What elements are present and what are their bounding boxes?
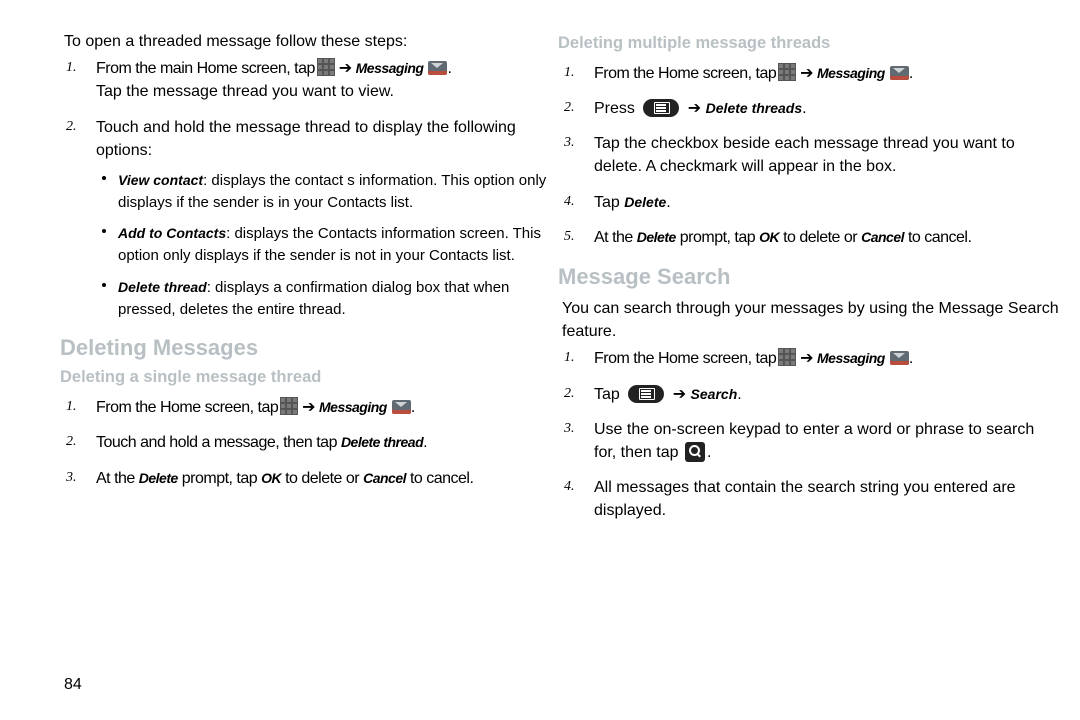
label: Messaging — [319, 399, 387, 415]
step-2: 2. Touch and hold the message thread to … — [92, 116, 562, 321]
heading-message-search: Message Search — [558, 261, 1060, 293]
step-4: 4. All messages that contain the search … — [590, 476, 1060, 522]
page-number: 84 — [64, 676, 82, 694]
t: to delete or — [281, 470, 359, 487]
menu-key-icon — [643, 99, 679, 117]
intro-text: To open a threaded message follow these … — [64, 30, 562, 53]
t: to cancel. — [904, 229, 971, 246]
apps-grid-icon — [280, 397, 298, 415]
step-2: 2. Tap ➔ Search. — [590, 383, 1060, 406]
txt: All messages that contain the search str… — [594, 479, 1016, 519]
txt: Touch and hold a message, then — [96, 434, 312, 451]
txt: Touch and hold the message thread to dis… — [96, 119, 516, 159]
manual-page: To open a threaded message follow these … — [0, 0, 1080, 720]
t: to delete or — [779, 229, 857, 246]
step-1: 1. From the Home screen, tap ➔ Messaging… — [92, 396, 562, 419]
apps-grid-icon — [778, 348, 796, 366]
tap: tap — [756, 65, 777, 82]
step-4: 4. Tap Delete. — [590, 191, 1060, 214]
messaging-icon — [392, 400, 411, 414]
cancel: Cancel — [363, 470, 406, 486]
t: prompt, tap — [178, 470, 257, 487]
step-2: 2. Touch and hold a message, then tap De… — [92, 431, 562, 454]
heading-deleting-messages: Deleting Messages — [60, 332, 562, 364]
step-1: 1. From the Home screen, tap ➔ Messaging… — [590, 347, 1060, 370]
term: Search — [691, 386, 738, 402]
txt: will appear in the box. — [737, 158, 896, 175]
term: Delete threads — [706, 100, 802, 116]
label: Messaging — [817, 65, 885, 81]
txt: Use the on-screen keypad to enter a word… — [594, 421, 1034, 461]
txt: From the Home screen — [594, 350, 748, 367]
tap: tap — [258, 399, 279, 416]
t: prompt, tap — [676, 229, 755, 246]
messaging-icon — [890, 66, 909, 80]
opt-view-contact: View contact: displays the contact s inf… — [114, 170, 562, 214]
txt: Tap — [594, 194, 620, 211]
cancel: Cancel — [861, 229, 904, 245]
step-5: 5. At the Delete prompt, tap OK to delet… — [590, 226, 1060, 249]
term: Delete thread — [341, 434, 423, 450]
heading-multiple-threads: Deleting multiple message threads — [558, 32, 1060, 56]
txt: Tap the message thread you want to view. — [96, 80, 562, 103]
txt: Tap — [594, 386, 620, 403]
t: to cancel. — [406, 470, 473, 487]
step-3: 3. Tap the checkbox beside each message … — [590, 132, 1060, 178]
tap: tap — [316, 434, 337, 451]
messaging-icon — [428, 61, 447, 75]
search-intro: You can search through your messages by … — [562, 297, 1060, 343]
step-3: 3. At the Delete prompt, tap OK to delet… — [92, 467, 562, 490]
t: At the — [96, 470, 135, 487]
ok: OK — [759, 229, 779, 245]
open-thread-steps: 1. From the main Home screen, tap ➔ Mess… — [92, 57, 562, 320]
apps-grid-icon — [317, 58, 335, 76]
term: Delete thread — [118, 279, 207, 295]
label: Messaging — [356, 60, 424, 76]
search-steps: 1. From the Home screen, tap ➔ Messaging… — [590, 347, 1060, 522]
step-1: 1. From the Home screen, tap ➔ Messaging… — [590, 62, 1060, 85]
txt: Press — [594, 100, 635, 117]
apps-grid-icon — [778, 63, 796, 81]
search-icon — [685, 442, 705, 462]
menu-key-icon — [628, 385, 664, 403]
step-3: 3. Use the on-screen keypad to enter a w… — [590, 418, 1060, 464]
options-list: View contact: displays the contact s inf… — [114, 170, 562, 321]
t: At the — [594, 229, 633, 246]
left-column: To open a threaded message follow these … — [64, 30, 562, 502]
step-2: 2. Press ➔ Delete threads. — [590, 97, 1060, 120]
right-column: Deleting multiple message threads 1. Fro… — [562, 30, 1060, 534]
opt-add-contacts: Add to Contacts: displays the Contacts i… — [114, 223, 562, 267]
del: Delete — [637, 229, 676, 245]
tap: tap — [756, 350, 777, 367]
txt: From the Home screen — [96, 399, 250, 416]
del: Delete — [139, 470, 178, 486]
heading-single-thread: Deleting a single message thread — [60, 366, 562, 390]
tap: tap — [294, 60, 315, 77]
term: View contact — [118, 172, 203, 188]
txt: From the main Home screen — [96, 60, 286, 77]
step-1: 1. From the main Home screen, tap ➔ Mess… — [92, 57, 562, 103]
label: Messaging — [817, 350, 885, 366]
ok: OK — [261, 470, 281, 486]
delete-multiple-steps: 1. From the Home screen, tap ➔ Messaging… — [590, 62, 1060, 249]
messaging-icon — [890, 351, 909, 365]
opt-delete-thread: Delete thread: displays a confirmation d… — [114, 277, 562, 321]
txt: From the Home screen — [594, 65, 748, 82]
del: Delete — [624, 194, 666, 210]
term: Add to Contacts — [118, 225, 226, 241]
mark: mark — [702, 158, 738, 175]
delete-single-steps: 1. From the Home screen, tap ➔ Messaging… — [92, 396, 562, 490]
